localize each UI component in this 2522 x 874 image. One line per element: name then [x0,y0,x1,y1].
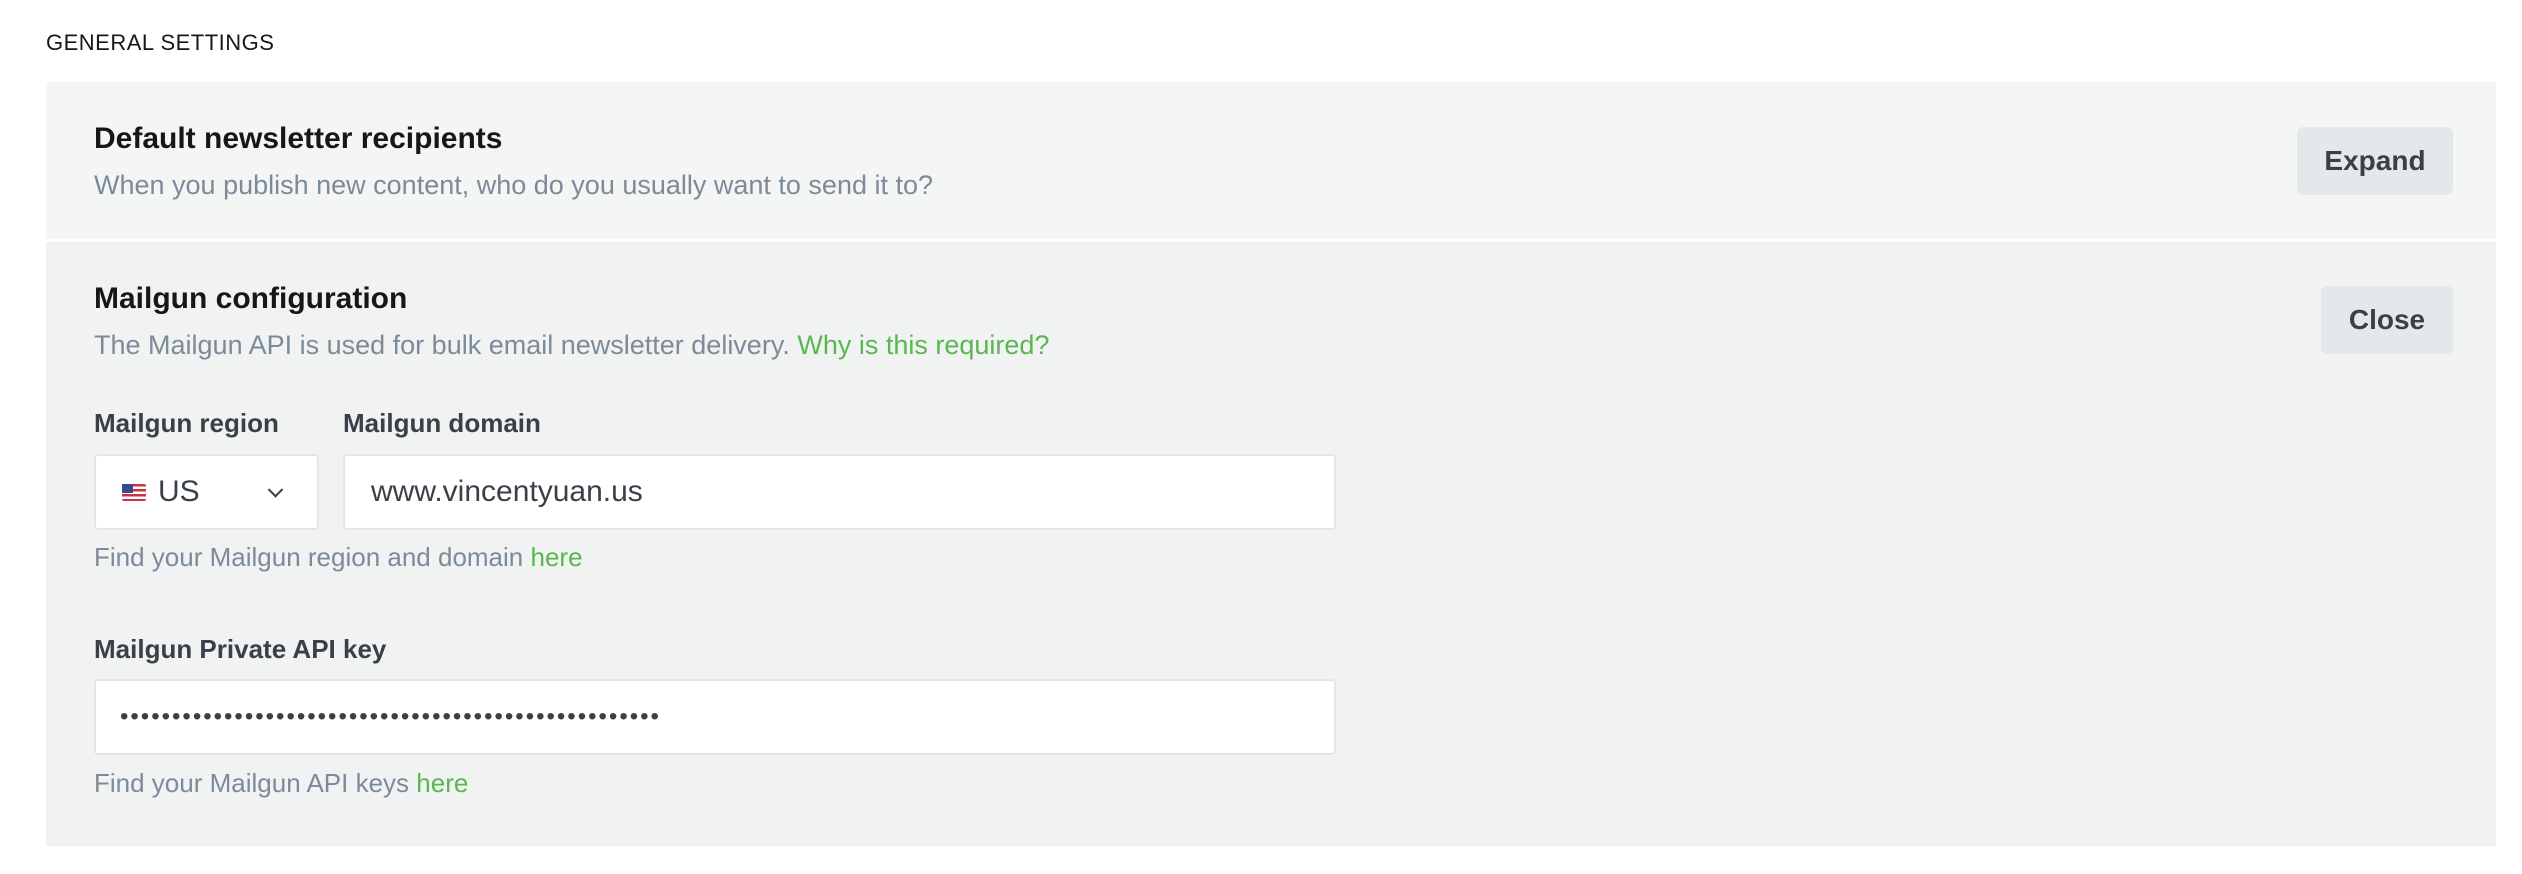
region-select[interactable]: US [94,454,319,530]
api-hint-link[interactable]: here [416,768,468,798]
mailgun-description: The Mailgun API is used for bulk email n… [94,330,1049,361]
why-required-link[interactable]: Why is this required? [797,330,1049,360]
recipients-description: When you publish new content, who do you… [94,170,934,200]
recipients-panel: Default newsletter recipients When you p… [46,82,2496,239]
api-hint: Find your Mailgun API keys here [94,768,468,799]
expand-button[interactable]: Expand [2297,127,2453,195]
close-button[interactable]: Close [2321,286,2453,354]
region-hint-text: Find your Mailgun region and domain [94,542,524,572]
region-hint: Find your Mailgun region and domain here [94,542,583,573]
mailgun-panel: Mailgun configuration The Mailgun API is… [46,242,2496,846]
domain-value: www.vincentyuan.us [371,475,643,508]
region-hint-link[interactable]: here [531,542,583,572]
chevron-down-icon [267,482,284,498]
recipients-title: Default newsletter recipients [94,122,503,155]
domain-input[interactable]: www.vincentyuan.us [343,454,1336,530]
api-key-label: Mailgun Private API key [94,634,387,664]
region-label: Mailgun region [94,408,279,438]
api-key-input[interactable]: ••••••••••••••••••••••••••••••••••••••••… [94,679,1336,755]
api-key-value: ••••••••••••••••••••••••••••••••••••••••… [120,703,661,730]
api-hint-text: Find your Mailgun API keys [94,768,410,798]
mailgun-title: Mailgun configuration [94,282,408,315]
region-value: US [158,475,200,508]
domain-label: Mailgun domain [343,408,541,438]
mailgun-description-text: The Mailgun API is used for bulk email n… [94,330,790,360]
section-heading: GENERAL SETTINGS [46,30,275,55]
us-flag-icon [122,483,146,501]
